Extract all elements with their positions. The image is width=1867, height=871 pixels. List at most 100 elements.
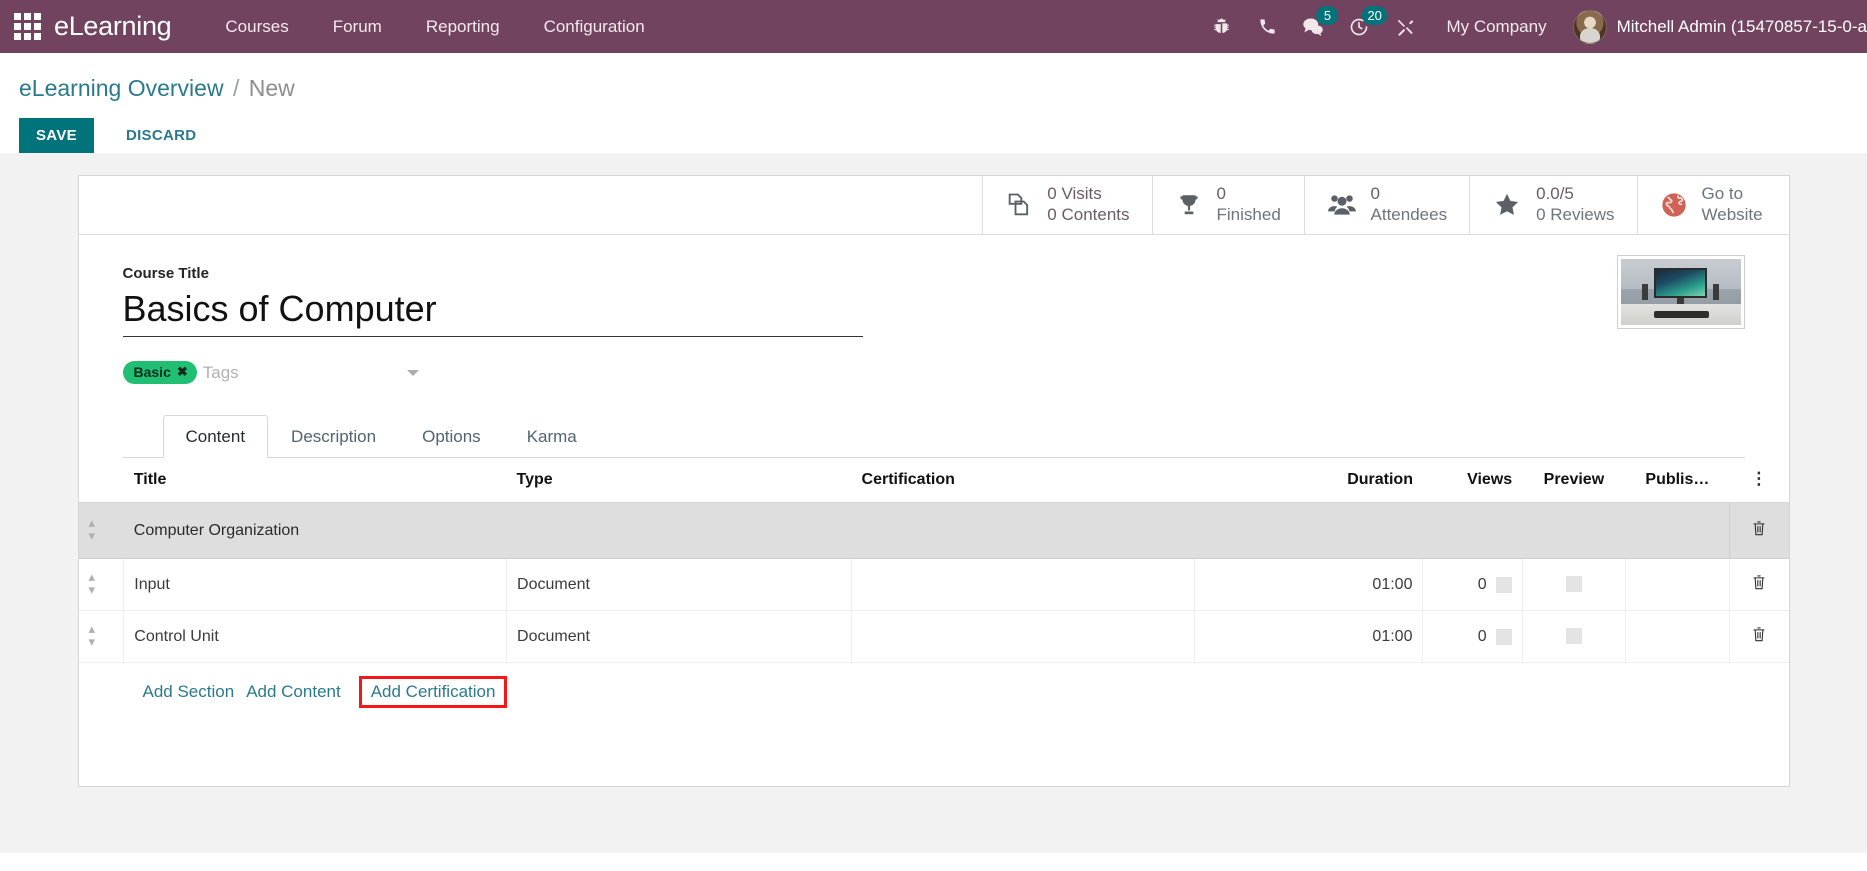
cell-type[interactable]: Document — [506, 610, 853, 663]
stat-finished-value: 0 — [1216, 184, 1226, 204]
add-certification-link[interactable]: Add Certification — [358, 676, 508, 708]
stat-button-reviews[interactable]: 0.0/5 0 Reviews — [1469, 176, 1636, 234]
cell-duration[interactable]: 01:00 — [1194, 610, 1424, 663]
row-drag-handle-cell[interactable]: ▴ ▾ — [78, 610, 125, 663]
preview-checkbox[interactable] — [1565, 576, 1582, 593]
form-body: Course Title Basic ✖ Tags Content Descri… — [79, 235, 1789, 458]
company-switcher[interactable]: My Company — [1428, 17, 1564, 37]
notebook-tabs: Content Description Options Karma — [122, 415, 1745, 458]
apps-grid-icon[interactable] — [0, 0, 54, 53]
stat-button-go-to-website[interactable]: Go to Website — [1636, 176, 1789, 234]
content-table-head: Title Type Certification Duration Views … — [78, 458, 1789, 503]
bug-icon[interactable] — [1198, 0, 1244, 53]
user-menu[interactable]: Mitchell Admin (15470857-15-0-a — [1565, 9, 1867, 44]
col-drag-handle — [78, 458, 124, 503]
drag-handle-icon[interactable]: ▴ ▾ — [89, 516, 96, 542]
row-drag-handle-cell[interactable]: ▴ ▾ — [78, 558, 125, 611]
trash-icon[interactable] — [1751, 574, 1767, 596]
tags-field[interactable]: Basic ✖ Tags — [122, 361, 423, 385]
content-area: 0 Visits 0 Contents 0 Finished 0 Attende… — [0, 153, 1867, 853]
notebook: Content Description Options Karma — [122, 415, 1745, 458]
cell-preview[interactable] — [1522, 610, 1627, 663]
cell-published[interactable] — [1625, 610, 1730, 663]
menu-item-reporting[interactable]: Reporting — [404, 0, 522, 53]
col-certification[interactable]: Certification — [851, 458, 1195, 503]
tab-content[interactable]: Content — [162, 415, 269, 458]
stat-reviews-label: 0 Reviews — [1536, 205, 1615, 224]
cell-certification[interactable] — [851, 558, 1195, 611]
cell-duration[interactable]: 01:00 — [1194, 558, 1424, 611]
trophy-icon — [1175, 192, 1203, 218]
table-row[interactable]: ▴ ▾ Control Unit Document 01:00 0 — [78, 610, 1789, 663]
views-checkbox[interactable] — [1495, 628, 1512, 645]
save-button[interactable]: SAVE — [19, 118, 94, 153]
messages-badge: 5 — [1316, 6, 1339, 25]
cell-views[interactable]: 0 — [1422, 610, 1523, 663]
app-brand-elearning[interactable]: eLearning — [54, 11, 203, 42]
vertical-dots-icon[interactable]: ⋮ — [1739, 470, 1778, 487]
col-views[interactable]: Views — [1422, 458, 1523, 503]
table-header-row: Title Type Certification Duration Views … — [78, 458, 1789, 503]
col-type[interactable]: Type — [506, 458, 852, 503]
breadcrumb-current: New — [248, 75, 295, 101]
drag-handle-icon[interactable]: ▴ ▾ — [89, 570, 96, 596]
menu-item-configuration[interactable]: Configuration — [522, 0, 667, 53]
chevron-down-icon[interactable] — [406, 369, 419, 376]
cell-views[interactable]: 0 — [1422, 558, 1523, 611]
cell-published[interactable] — [1625, 558, 1730, 611]
tag-remove-icon[interactable]: ✖ — [177, 364, 188, 380]
stat-rating-value: 0.0/5 — [1536, 184, 1574, 204]
course-title-input[interactable] — [122, 288, 863, 337]
tab-description[interactable]: Description — [268, 415, 399, 458]
table-row-section[interactable]: ▴ ▾ Computer Organization — [78, 502, 1789, 559]
star-icon — [1492, 191, 1522, 219]
col-preview[interactable]: Preview — [1522, 458, 1626, 503]
discard-button[interactable]: DISCARD — [108, 118, 214, 153]
globe-website-icon — [1660, 191, 1688, 219]
phone-icon[interactable] — [1244, 0, 1290, 53]
form-sheet: 0 Visits 0 Contents 0 Finished 0 Attende… — [77, 175, 1790, 787]
table-row[interactable]: ▴ ▾ Input Document 01:00 0 — [78, 558, 1789, 611]
tab-karma[interactable]: Karma — [504, 415, 600, 458]
cell-certification[interactable] — [851, 610, 1195, 663]
col-published[interactable]: Publis… — [1625, 458, 1730, 503]
avatar — [1572, 9, 1607, 44]
stat-attendees-value: 0 — [1370, 184, 1380, 204]
row-delete-cell[interactable] — [1729, 610, 1789, 663]
tag-basic[interactable]: Basic ✖ — [122, 361, 197, 384]
stat-button-visits[interactable]: 0 Visits 0 Contents — [982, 176, 1151, 234]
cell-title[interactable]: Input — [123, 558, 508, 611]
stat-website-line1: Go to — [1701, 184, 1744, 204]
row-delete-cell[interactable] — [1729, 558, 1789, 611]
trash-icon[interactable] — [1751, 520, 1767, 542]
tab-options[interactable]: Options — [399, 415, 504, 458]
row-delete-cell[interactable] — [1728, 502, 1789, 559]
stat-button-attendees[interactable]: 0 Attendees — [1303, 176, 1470, 234]
trash-icon[interactable] — [1751, 626, 1767, 648]
stat-website-line2: Website — [1701, 205, 1763, 224]
stat-button-finished[interactable]: 0 Finished — [1151, 176, 1304, 234]
col-title[interactable]: Title — [123, 458, 507, 503]
preview-checkbox[interactable] — [1565, 628, 1582, 645]
views-checkbox[interactable] — [1495, 576, 1512, 593]
column-options-button[interactable]: ⋮ — [1729, 458, 1789, 503]
menu-item-forum[interactable]: Forum — [311, 0, 404, 53]
tags-placeholder[interactable]: Tags — [197, 363, 407, 383]
course-image[interactable] — [1616, 255, 1745, 329]
top-navbar: eLearning Courses Forum Reporting Config… — [0, 0, 1867, 53]
col-duration[interactable]: Duration — [1194, 458, 1423, 503]
cell-preview[interactable] — [1522, 558, 1627, 611]
section-title-cell[interactable]: Computer Organization — [123, 502, 1730, 559]
add-content-link[interactable]: Add Content — [242, 679, 345, 705]
messages-icon[interactable]: 5 — [1290, 0, 1339, 53]
add-section-link[interactable]: Add Section — [139, 679, 239, 705]
menu-item-courses[interactable]: Courses — [203, 0, 310, 53]
cell-type[interactable]: Document — [506, 558, 853, 611]
breadcrumb-root[interactable]: eLearning Overview — [19, 75, 224, 101]
stat-finished-label: Finished — [1216, 205, 1281, 224]
row-drag-handle-cell[interactable]: ▴ ▾ — [78, 502, 124, 559]
drag-handle-icon[interactable]: ▴ ▾ — [89, 622, 96, 648]
cell-title[interactable]: Control Unit — [123, 610, 508, 663]
activities-clock-icon[interactable]: 20 — [1336, 0, 1387, 53]
tools-icon[interactable] — [1382, 0, 1428, 53]
